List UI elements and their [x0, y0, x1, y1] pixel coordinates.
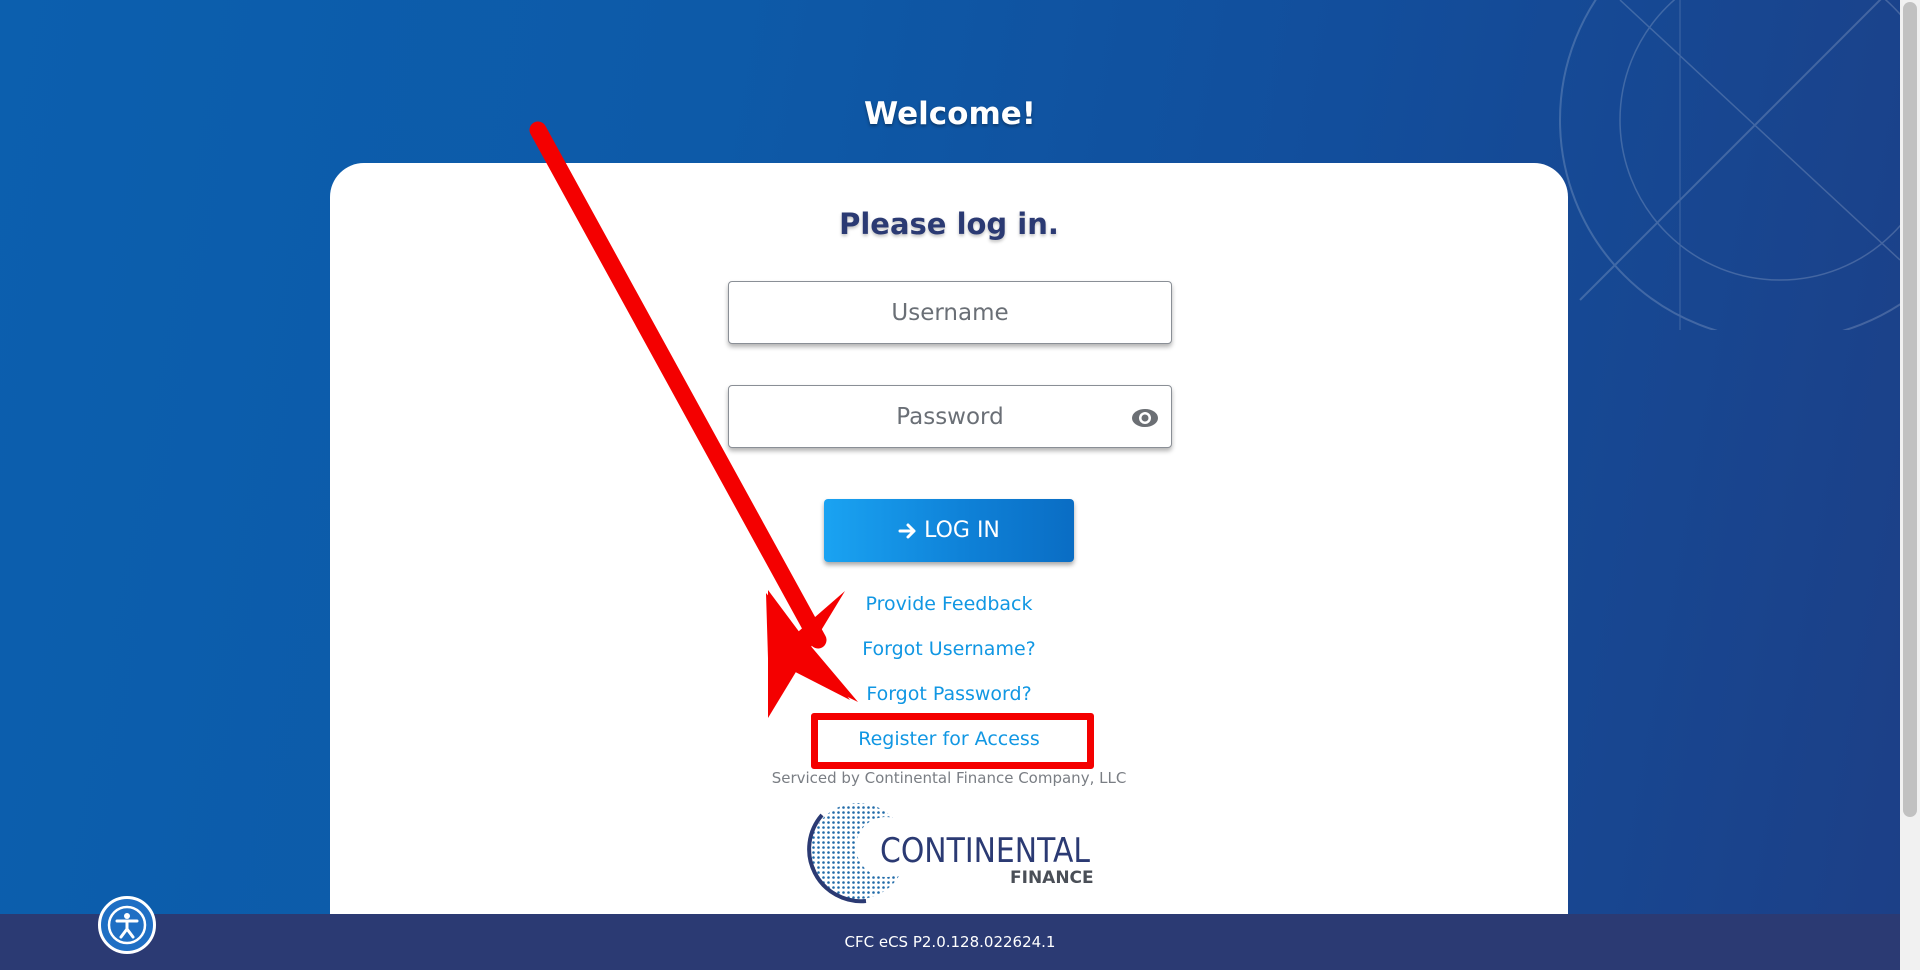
logo-wordmark: CONTINENTAL: [880, 831, 1090, 871]
page-scrollbar[interactable]: [1900, 0, 1920, 970]
login-button[interactable]: LOG IN: [824, 499, 1074, 562]
username-input[interactable]: [729, 282, 1171, 343]
forgot-password-link[interactable]: Forgot Password?: [330, 683, 1568, 705]
arrow-right-icon: [898, 523, 916, 538]
accessibility-button[interactable]: [98, 896, 156, 954]
serviced-by-text: Serviced by Continental Finance Company,…: [771, 769, 1127, 787]
login-button-label: LOG IN: [924, 518, 1000, 543]
logo-subtitle: FINANCE: [1010, 868, 1094, 888]
forgot-username-link[interactable]: Forgot Username?: [330, 638, 1568, 660]
scrollbar-thumb[interactable]: [1903, 2, 1917, 817]
page-footer: CFC eCS P2.0.128.022624.1: [0, 914, 1900, 970]
login-card: Please log in. LOG IN Provide Feedback F…: [330, 163, 1568, 923]
login-title: Please log in.: [839, 207, 1059, 241]
username-field-wrapper: [728, 281, 1172, 344]
version-text: CFC eCS P2.0.128.022624.1: [844, 933, 1056, 951]
eye-icon[interactable]: [1131, 407, 1159, 429]
continental-finance-logo: CONTINENTAL FINANCE: [807, 803, 1094, 904]
password-field-wrapper: [728, 385, 1172, 448]
register-for-access-link[interactable]: Register for Access: [330, 728, 1568, 750]
provide-feedback-link[interactable]: Provide Feedback: [330, 593, 1568, 615]
accessibility-icon: [107, 905, 147, 945]
welcome-heading: Welcome!: [864, 96, 1036, 132]
password-input[interactable]: [729, 386, 1171, 447]
